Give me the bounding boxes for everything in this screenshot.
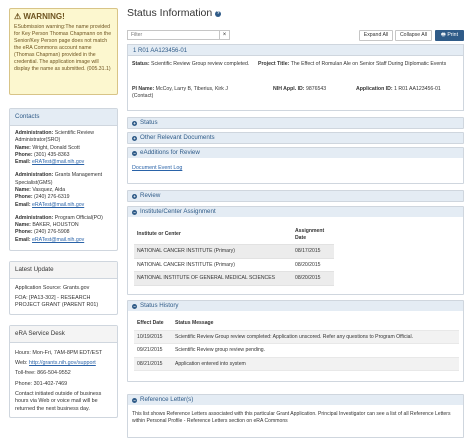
collapse-all-button[interactable]: Collapse All <box>395 30 432 41</box>
reference-letters-section: − Reference Letter(s) This list shows Ref… <box>127 394 464 438</box>
main-content: Status Information ? × Expand All Collap… <box>127 7 464 438</box>
collapse-icon: − <box>132 209 137 215</box>
table-row: 09/21/2015 Scientific Review group review… <box>134 343 459 358</box>
service-tollfree: Toll-free: 866-504-9552 <box>15 370 71 377</box>
table-header-row: Institute or Center Assignment Date <box>134 225 334 246</box>
table-row: NATIONAL CANCER INSTITUTE (Primary) 08/20… <box>134 258 334 273</box>
contact-email-link[interactable]: eRATest@mail.nih.gov <box>32 202 84 208</box>
latest-update-panel: Latest Update Application Source: Grants… <box>9 261 118 315</box>
expand-icon: + <box>132 193 137 199</box>
latest-update-header: Latest Update <box>10 262 117 280</box>
grant-summary-panel: 1 R01 AA123456-01 Status: Scientific Rev… <box>127 44 464 111</box>
review-section[interactable]: + Review <box>127 190 464 202</box>
section-title: Other Relevant Documents <box>140 133 215 141</box>
contact-entry: Administration: Scientific Review Admini… <box>15 130 95 166</box>
contact-email-link[interactable]: eRATest@mail.nih.gov <box>32 237 84 243</box>
expand-icon: + <box>132 135 137 141</box>
warning-box: ⚠ WARNING! ESubmission warning:The name … <box>9 8 118 95</box>
eadditions-section: − eAdditions for Review Document Event Lo… <box>127 147 464 184</box>
section-title: Institute/Center Assignment <box>140 207 216 215</box>
table-row: 08/21/2015 Application entered into syste… <box>134 357 459 372</box>
table-row: NATIONAL INSTITUTE OF GENERAL MEDICAL SC… <box>134 271 334 287</box>
status-section[interactable]: + Status <box>127 117 464 129</box>
contact-entry: Administration: Program Official(PO) Nam… <box>15 214 103 243</box>
project-title-field: Project Title: The Effect of Romulan Ale… <box>258 61 447 67</box>
print-button[interactable]: 🖶 Print <box>435 30 464 41</box>
collapse-icon: − <box>132 150 137 156</box>
section-title: Reference Letter(s) <box>140 395 194 403</box>
contacts-panel: Contacts Administration: Scientific Revi… <box>9 108 118 251</box>
application-source: Application Source: Grants.gov <box>15 285 90 292</box>
section-title: Status <box>140 118 158 126</box>
table-header-row: Effect Date Status Message <box>134 317 459 331</box>
section-title: Status History <box>140 301 179 309</box>
status-history-section: − Status History Effect Date Status Messa… <box>127 300 464 382</box>
expand-all-button[interactable]: Expand All <box>359 30 393 41</box>
print-icon: 🖶 <box>440 32 446 39</box>
ic-assignment-table: Institute or Center Assignment Date NATI… <box>134 225 334 287</box>
section-title: Review <box>140 191 161 199</box>
expand-icon: + <box>132 120 137 126</box>
page-title: Status Information <box>127 7 213 20</box>
status-history-table: Effect Date Status Message 10/19/2015 Sci… <box>134 317 459 372</box>
clear-filter-icon[interactable]: × <box>219 31 229 39</box>
foa-text: FOA: [PA13-302] - RESEARCH PROJECT GRANT… <box>15 294 99 309</box>
status-field: Status: Scientific Review Group review c… <box>132 61 250 67</box>
support-link[interactable]: http://grants.nih.gov/support <box>29 360 96 366</box>
grant-id-header: 1 R01 AA123456-01 <box>128 45 463 56</box>
title-row: Status Information ? <box>127 7 464 20</box>
table-row: 10/19/2015 Scientific Review Group review… <box>134 330 459 345</box>
service-hours: Hours: Mon-Fri, 7AM-8PM EDT/EST <box>15 349 103 356</box>
filter-input[interactable] <box>128 31 219 39</box>
service-web: Web: http://grants.nih.gov/support <box>15 360 96 367</box>
service-desk-header: eRA Service Desk <box>10 325 117 343</box>
warning-message: ESubmission warning:The name provided fo… <box>14 24 112 73</box>
filter-box: × <box>127 30 230 40</box>
contact-email-link[interactable]: eRATest@mail.nih.gov <box>32 159 84 165</box>
other-documents-section[interactable]: + Other Relevant Documents <box>127 132 464 144</box>
service-note: Contact initiated outside of business ho… <box>15 391 102 412</box>
collapse-icon: − <box>132 397 137 403</box>
toolbar: × Expand All Collapse All 🖶 Print <box>127 30 464 41</box>
nih-appl-id-field: NIH Appl. ID: 9876543 <box>273 86 327 92</box>
left-column: ⚠ WARNING! ESubmission warning:The name … <box>9 8 118 418</box>
ic-assignment-section: − Institute/Center Assignment Institute o… <box>127 206 464 295</box>
service-phone: Phone: 301-402-7469 <box>15 380 68 387</box>
contacts-header: Contacts <box>10 109 117 127</box>
application-id-field: Application ID: 1 R01 AA123456-01 <box>356 86 441 92</box>
service-desk-panel: eRA Service Desk Hours: Mon-Fri, 7AM-8PM… <box>9 324 118 418</box>
help-icon[interactable]: ? <box>215 11 222 17</box>
pi-name-field: PI Name: McCoy, Larry B, Tiberius, Kirk … <box>132 86 228 100</box>
section-title: eAdditions for Review <box>140 148 200 156</box>
document-event-log-link[interactable]: Document Event Log <box>132 165 182 171</box>
reference-letters-note: This list shows Reference Letters associ… <box>132 411 451 425</box>
warning-icon: ⚠ <box>14 12 22 21</box>
contact-entry: Administration: Grants Management Specia… <box>15 172 103 208</box>
warning-title: ⚠ WARNING! <box>14 12 65 21</box>
collapse-icon: − <box>132 303 137 309</box>
table-row: NATIONAL CANCER INSTITUTE (Primary) 08/17… <box>134 244 334 259</box>
